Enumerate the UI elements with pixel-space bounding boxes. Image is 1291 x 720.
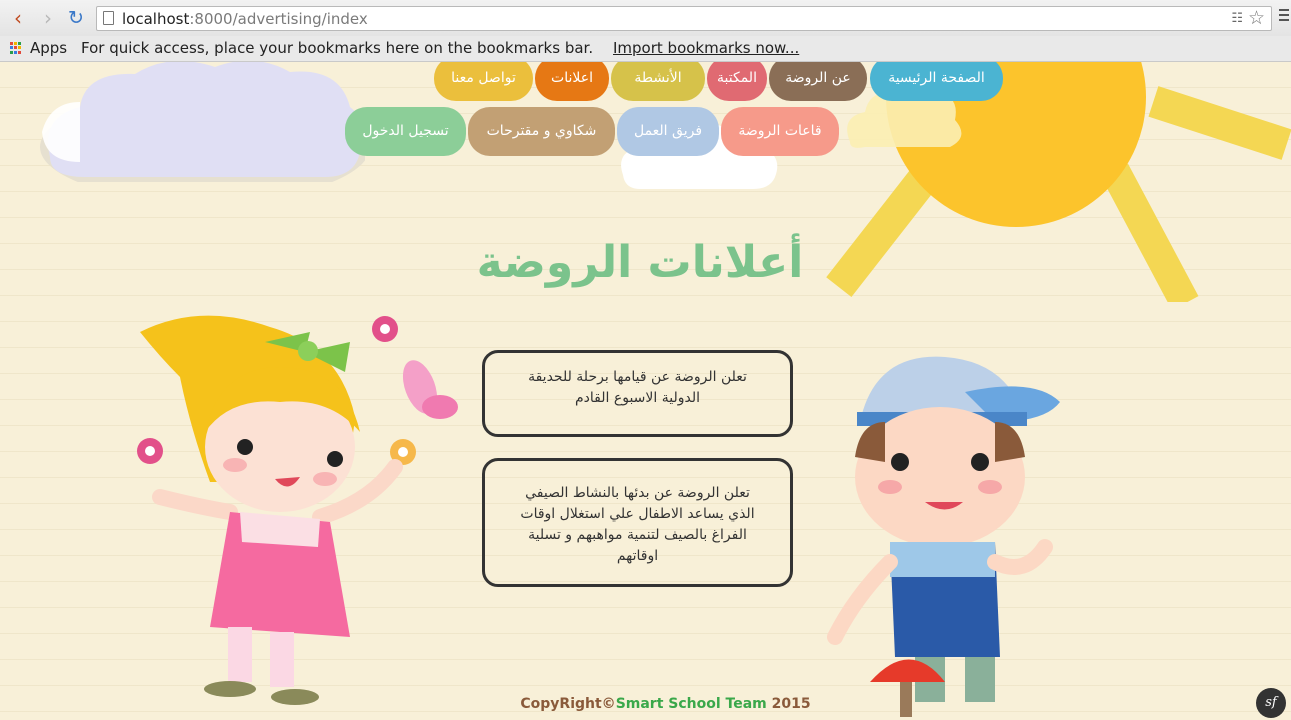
browser-toolbar: ‹ › ↻ localhost:8000/advertising/index ☷… xyxy=(0,0,1291,37)
page-title: أعلانات الروضة xyxy=(476,237,804,288)
translate-icon[interactable]: ☷ xyxy=(1231,11,1243,26)
footer-copyright: CopyRight©Smart School Team 2015 xyxy=(0,696,1291,712)
nav-about-label: عن الروضة xyxy=(785,70,851,86)
apps-link[interactable]: Apps xyxy=(30,39,67,57)
symfony-debug-icon[interactable]: sf xyxy=(1256,688,1286,718)
nav-library[interactable]: المكتبة xyxy=(707,62,767,101)
announcement-text: تعلن الروضة عن قيامها برحلة للحديقة الدو… xyxy=(528,369,747,406)
announcement-card: تعلن الروضة عن بدئها بالنشاط الصيفي الذي… xyxy=(482,458,793,587)
address-bar[interactable]: localhost:8000/advertising/index ☷ ☆ xyxy=(96,6,1272,31)
announcement-text: تعلن الروضة عن بدئها بالنشاط الصيفي الذي… xyxy=(520,485,755,564)
nav-halls[interactable]: قاعات الروضة xyxy=(721,107,839,156)
boy-illustration xyxy=(827,356,1060,717)
nav-home-label: الصفحة الرئيسية xyxy=(888,70,985,86)
apps-icon[interactable] xyxy=(10,42,22,54)
url-path: :8000/advertising/index xyxy=(189,10,368,28)
nav-login-label: تسجيل الدخول xyxy=(362,123,449,139)
nav-team-label: فريق العمل xyxy=(633,123,703,139)
url-host: localhost xyxy=(122,10,190,28)
girl-illustration xyxy=(137,315,458,705)
nav-home[interactable]: الصفحة الرئيسية xyxy=(870,62,1003,101)
nav-about[interactable]: عن الروضة xyxy=(769,62,867,101)
debug-badge-label: sf xyxy=(1265,695,1277,710)
nav-halls-label: قاعات الروضة xyxy=(738,123,822,139)
import-bookmarks-link[interactable]: Import bookmarks now... xyxy=(613,39,799,57)
nav-contact[interactable]: تواصل معنا xyxy=(434,62,533,101)
announcement-card: تعلن الروضة عن قيامها برحلة للحديقة الدو… xyxy=(482,350,793,437)
nav-complaints-label: شكاوي و مقترحات xyxy=(486,123,597,139)
nav-activities-label: الأنشطة xyxy=(634,70,682,86)
reload-icon[interactable]: ↻ xyxy=(66,8,86,28)
bookmarks-bar: Apps For quick access, place your bookma… xyxy=(0,36,1291,62)
nav-complaints[interactable]: شكاوي و مقترحات xyxy=(468,107,615,156)
nav-activities[interactable]: الأنشطة xyxy=(611,62,705,101)
nav-team[interactable]: فريق العمل xyxy=(617,107,719,156)
page-icon xyxy=(103,11,114,25)
back-icon[interactable]: ‹ xyxy=(8,8,28,28)
nav-library-label: المكتبة xyxy=(717,70,757,86)
nav-announcements[interactable]: اعلانات xyxy=(535,62,609,101)
bookmark-star-icon[interactable]: ☆ xyxy=(1248,7,1265,29)
url-text[interactable]: localhost:8000/advertising/index xyxy=(122,10,368,28)
cloud-illustration xyxy=(40,62,365,182)
page-content: الصفحة الرئيسية عن الروضة المكتبة الأنشط… xyxy=(0,62,1291,720)
footer-team: Smart School Team xyxy=(615,696,767,712)
nav-login[interactable]: تسجيل الدخول xyxy=(345,107,466,156)
bookmarks-hint: For quick access, place your bookmarks h… xyxy=(81,39,594,57)
nav-announcements-label: اعلانات xyxy=(551,70,593,86)
footer-prefix: CopyRight© xyxy=(520,696,616,712)
nav-contact-label: تواصل معنا xyxy=(451,70,516,86)
footer-year: 2015 xyxy=(766,696,811,712)
menu-icon[interactable] xyxy=(1279,9,1289,23)
forward-icon[interactable]: › xyxy=(38,8,58,28)
